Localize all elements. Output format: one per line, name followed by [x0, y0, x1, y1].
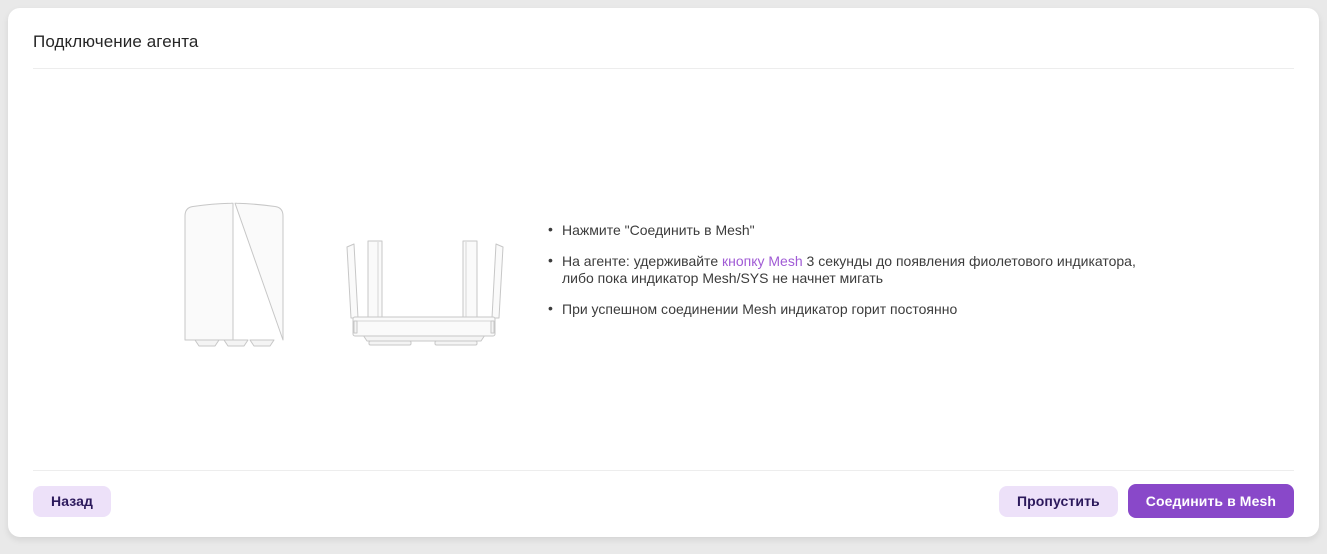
instruction-item: На агенте: удерживайте кнопку Mesh 3 сек…: [546, 253, 1171, 287]
instruction-list: Нажмите "Соединить в Mesh" На агенте: уд…: [546, 222, 1171, 332]
tower-router-illustration: [182, 199, 286, 351]
header-divider: [33, 68, 1294, 69]
instruction-text: Нажмите "Соединить в Mesh": [562, 222, 755, 238]
instruction-text: На агенте: удерживайте: [562, 253, 722, 269]
connect-mesh-button[interactable]: Соединить в Mesh: [1128, 484, 1294, 518]
instruction-text: При успешном соединении Mesh индикатор г…: [562, 301, 957, 317]
footer-divider: [33, 470, 1294, 471]
agent-connection-card: Подключение агента Нажмите "С: [8, 8, 1319, 537]
instruction-item: При успешном соединении Mesh индикатор г…: [546, 301, 1171, 318]
mesh-button-link[interactable]: кнопку Mesh: [722, 253, 803, 269]
page-title: Подключение агента: [33, 32, 199, 52]
footer-actions: Назад Пропустить Соединить в Mesh: [33, 484, 1294, 518]
skip-button[interactable]: Пропустить: [999, 486, 1118, 517]
quad-antenna-router-illustration: [345, 237, 505, 353]
instruction-item: Нажмите "Соединить в Mesh": [546, 222, 1171, 239]
back-button[interactable]: Назад: [33, 486, 111, 517]
